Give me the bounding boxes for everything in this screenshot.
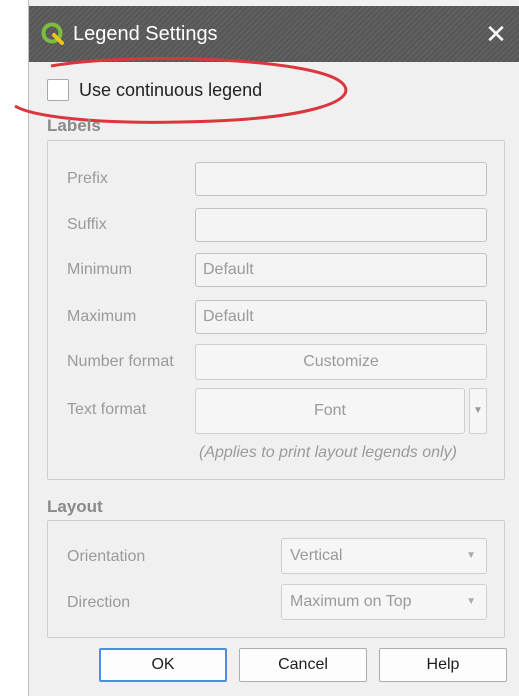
- orientation-value: Vertical: [290, 547, 343, 564]
- number-format-label: Number format: [67, 353, 174, 370]
- layout-section-title: Layout: [47, 497, 103, 516]
- continuous-legend-row[interactable]: Use continuous legend: [47, 76, 262, 104]
- direction-label: Direction: [67, 594, 131, 611]
- suffix-input[interactable]: [195, 208, 487, 242]
- font-dropdown-arrow-icon[interactable]: ▼: [469, 388, 487, 434]
- help-button[interactable]: Help: [379, 648, 507, 682]
- orientation-label: Orientation: [67, 548, 146, 565]
- prefix-label: Prefix: [67, 170, 108, 187]
- maximum-label: Maximum: [67, 308, 137, 325]
- labels-section-title: Labels: [47, 116, 101, 135]
- suffix-label: Suffix: [67, 216, 107, 233]
- orientation-select[interactable]: Vertical ▼: [281, 538, 487, 574]
- legend-settings-dialog: Legend Settings ✕ Use continuous legend …: [14, 0, 519, 696]
- customize-button[interactable]: Customize: [195, 344, 487, 380]
- prefix-input[interactable]: [195, 162, 487, 196]
- chevron-down-icon: ▼: [466, 550, 476, 561]
- qgis-logo-icon: [41, 22, 64, 45]
- font-button[interactable]: Font: [195, 388, 465, 434]
- continuous-legend-checkbox[interactable]: [47, 79, 69, 101]
- text-format-label: Text format: [67, 401, 147, 418]
- title-bar[interactable]: Legend Settings ✕: [29, 6, 519, 62]
- minimum-label: Minimum: [67, 261, 132, 278]
- direction-value: Maximum on Top: [290, 593, 412, 610]
- minimum-input[interactable]: Default: [195, 253, 487, 287]
- ok-button[interactable]: OK: [99, 648, 227, 682]
- print-layout-note: (Applies to print layout legends only): [199, 444, 457, 461]
- continuous-legend-label[interactable]: Use continuous legend: [79, 80, 262, 101]
- close-icon[interactable]: ✕: [480, 18, 512, 50]
- dialog-title: Legend Settings: [73, 23, 218, 45]
- chevron-down-icon: ▼: [466, 596, 476, 607]
- cancel-button[interactable]: Cancel: [239, 648, 367, 682]
- direction-select[interactable]: Maximum on Top ▼: [281, 584, 487, 620]
- maximum-input[interactable]: Default: [195, 300, 487, 334]
